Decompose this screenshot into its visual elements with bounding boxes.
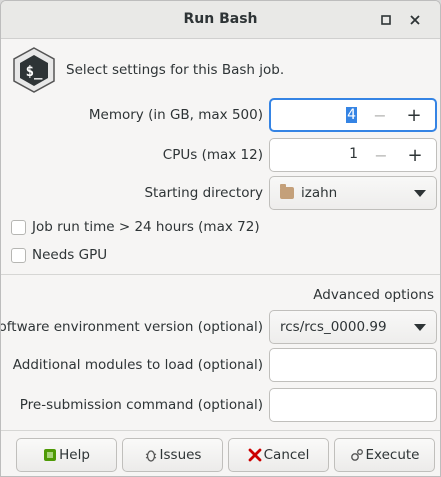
modules-input[interactable]: [269, 348, 437, 382]
cpus-increment-button[interactable]: +: [398, 139, 432, 171]
help-button[interactable]: Help: [16, 438, 117, 472]
issues-label: Issues: [159, 447, 202, 463]
checkbox-box[interactable]: [11, 247, 26, 263]
presubmission-label: Pre-submission command (optional): [19, 397, 263, 413]
job-runtime-checkbox[interactable]: Job run time > 24 hours (max 72): [11, 219, 260, 235]
cpus-spinbutton[interactable]: 1 − +: [269, 138, 437, 172]
starting-directory-value: izahn: [301, 185, 338, 201]
dropdown-arrow-icon: [414, 324, 426, 331]
memory-label: Memory (in GB, max 500): [88, 107, 263, 123]
software-env-label: Software environment version (optional): [0, 319, 263, 335]
execute-button[interactable]: Execute: [334, 438, 435, 472]
memory-increment-button[interactable]: +: [397, 100, 431, 130]
cancel-button[interactable]: Cancel: [228, 438, 329, 472]
memory-decrement-button[interactable]: −: [363, 100, 397, 130]
titlebar: Run Bash: [1, 1, 440, 39]
svg-text:$_: $_: [26, 64, 43, 80]
software-env-value: rcs/rcs_0000.99: [280, 319, 387, 335]
presubmission-input[interactable]: [269, 388, 437, 422]
cancel-icon: [248, 448, 262, 462]
dropdown-arrow-icon: [414, 190, 426, 197]
window-title: Run Bash: [183, 11, 258, 27]
modules-label: Additional modules to load (optional): [12, 357, 263, 373]
close-button[interactable]: [406, 11, 424, 29]
gears-icon: [350, 448, 364, 462]
starting-directory-chooser[interactable]: izahn: [269, 176, 437, 210]
folder-icon: [280, 184, 294, 199]
maximize-button[interactable]: [377, 11, 395, 29]
bash-terminal-icon: $_: [9, 45, 59, 95]
checkbox-box[interactable]: [11, 219, 26, 235]
job-runtime-label: Job run time > 24 hours (max 72): [32, 219, 260, 235]
execute-label: Execute: [365, 447, 420, 463]
memory-spinbutton[interactable]: 4 − +: [269, 98, 437, 132]
maximize-icon: [381, 15, 391, 25]
separator: [1, 274, 440, 275]
needs-gpu-label: Needs GPU: [32, 247, 108, 263]
bug-icon: [144, 448, 158, 462]
help-label: Help: [59, 447, 90, 463]
advanced-options-label: Advanced options: [313, 287, 434, 303]
memory-value[interactable]: 4: [346, 107, 357, 123]
separator: [1, 430, 440, 431]
needs-gpu-checkbox[interactable]: Needs GPU: [11, 247, 107, 263]
cpus-value[interactable]: 1: [349, 146, 358, 162]
issues-button[interactable]: Issues: [122, 438, 223, 472]
cpus-label: CPUs (max 12): [162, 147, 263, 163]
run-bash-dialog: Run Bash $_ Select settings for this Bas…: [0, 0, 441, 477]
close-icon: [410, 15, 420, 25]
help-icon: [43, 448, 57, 462]
software-env-combo[interactable]: rcs/rcs_0000.99: [269, 310, 437, 344]
cancel-label: Cancel: [263, 447, 310, 463]
header-text: Select settings for this Bash job.: [66, 62, 285, 78]
starting-directory-label: Starting directory: [144, 185, 263, 201]
cpus-decrement-button[interactable]: −: [364, 139, 398, 171]
